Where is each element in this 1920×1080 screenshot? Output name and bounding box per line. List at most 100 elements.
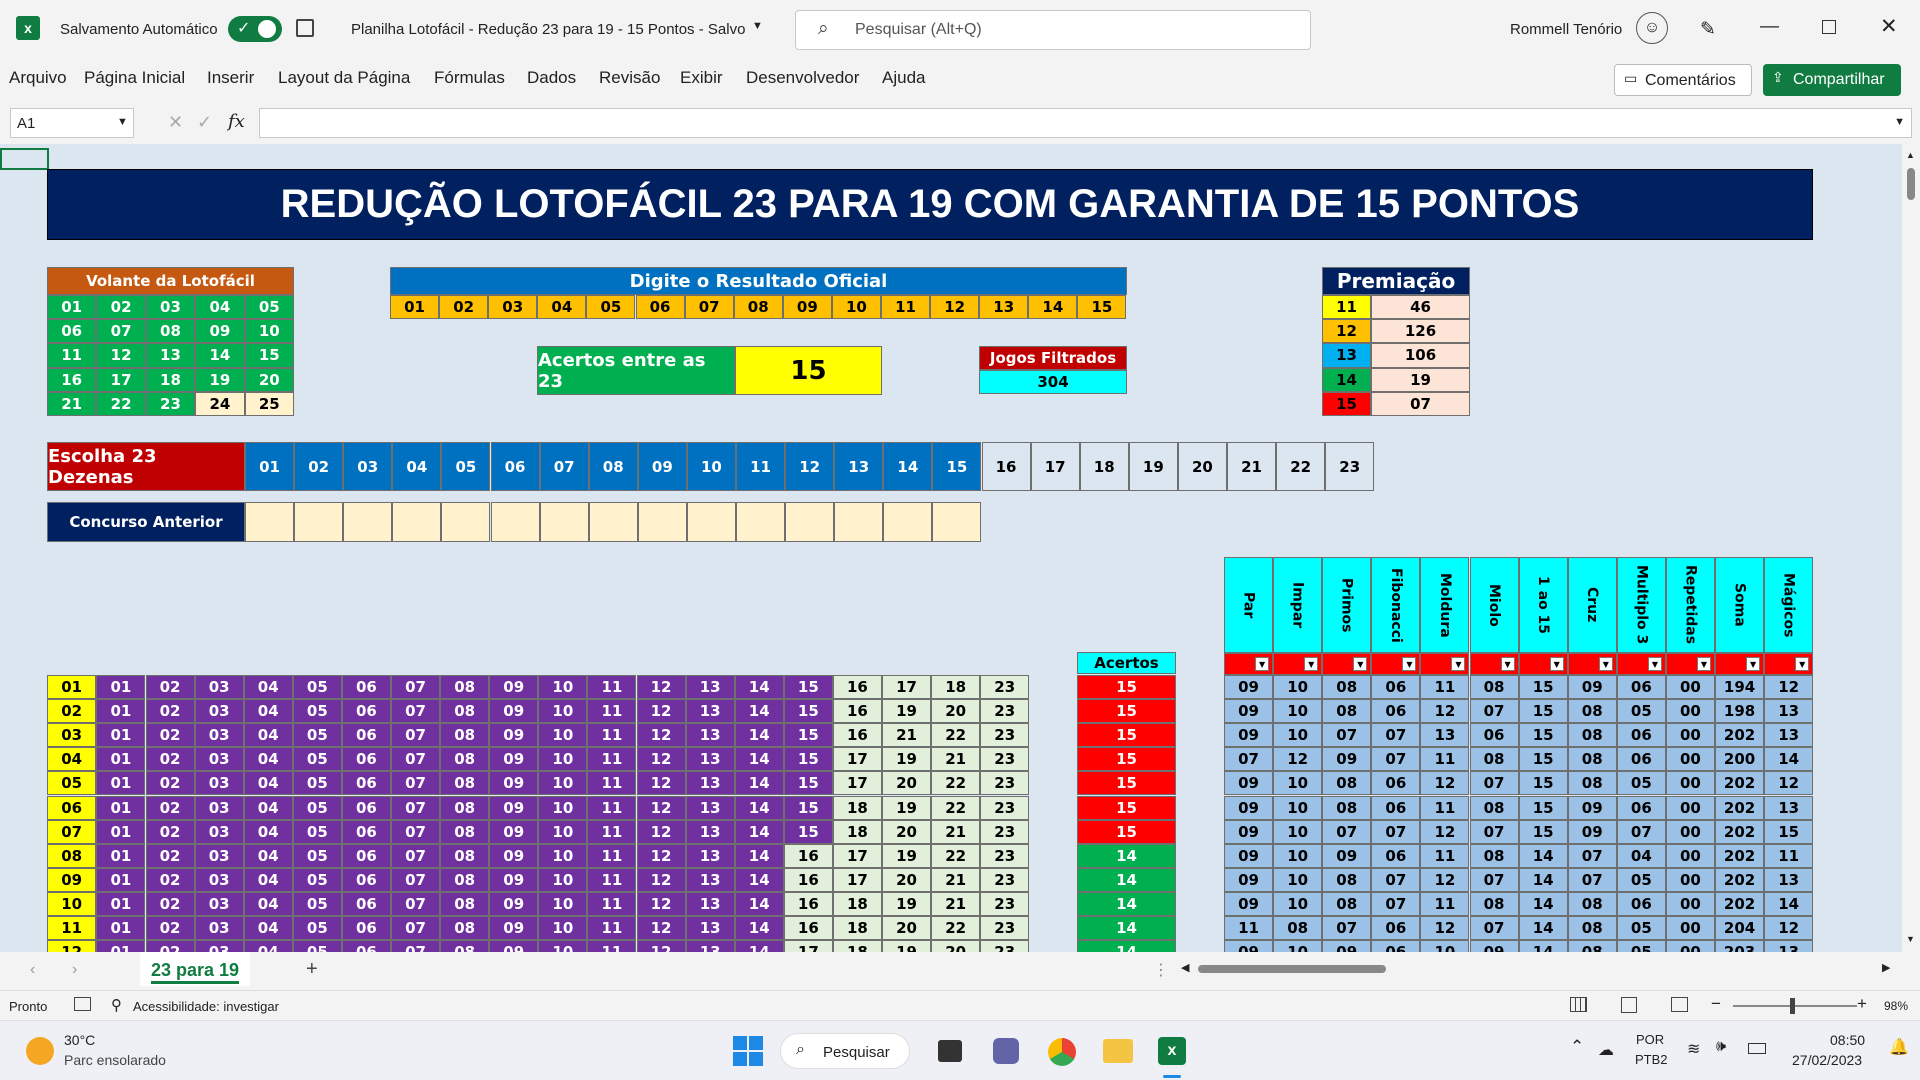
- tab-revisao[interactable]: Revisão: [599, 68, 660, 88]
- selected-cell-a1[interactable]: [0, 148, 49, 170]
- weather-desc[interactable]: Parc ensolarado: [64, 1052, 166, 1068]
- page-layout-icon[interactable]: [1621, 997, 1637, 1013]
- battery-icon[interactable]: [1748, 1043, 1766, 1054]
- share-button[interactable]: ⇪ Compartilhar: [1763, 64, 1901, 96]
- tab-dados[interactable]: Dados: [527, 68, 576, 88]
- normal-view-icon[interactable]: [1570, 997, 1587, 1012]
- h-scroll-thumb[interactable]: [1198, 965, 1386, 973]
- clock-date[interactable]: 27/02/2023: [1792, 1052, 1862, 1068]
- escolha-number[interactable]: 16: [981, 442, 1031, 491]
- resultado-number[interactable]: 06: [635, 295, 685, 319]
- scroll-down-icon[interactable]: ▼: [1906, 934, 1915, 944]
- status-accessibility[interactable]: Acessibilidade: investigar: [133, 999, 279, 1014]
- filter-button[interactable]: ▼: [1273, 653, 1323, 675]
- zoom-out-icon[interactable]: −: [1711, 994, 1721, 1014]
- task-view-icon[interactable]: [938, 1040, 962, 1062]
- vertical-scrollbar[interactable]: ▲ ▼: [1902, 144, 1920, 952]
- wifi-icon[interactable]: ≋: [1687, 1039, 1700, 1059]
- close-icon[interactable]: ✕: [1880, 14, 1898, 39]
- enter-icon[interactable]: ✓: [197, 112, 212, 133]
- resultado-number[interactable]: 07: [684, 295, 734, 319]
- filter-button[interactable]: ▼: [1567, 653, 1617, 675]
- concurso-anterior-cell[interactable]: [539, 502, 589, 542]
- escolha-number[interactable]: 19: [1128, 442, 1178, 491]
- concurso-anterior-cell[interactable]: [490, 502, 540, 542]
- resultado-number[interactable]: 09: [782, 295, 832, 319]
- tab-exibir[interactable]: Exibir: [680, 68, 723, 88]
- tab-layout[interactable]: Layout da Página: [278, 68, 410, 88]
- concurso-anterior-cell[interactable]: [785, 502, 835, 542]
- filter-button[interactable]: ▼: [1322, 653, 1372, 675]
- minimize-icon[interactable]: —: [1760, 16, 1779, 38]
- document-title[interactable]: Planilha Lotofácil - Redução 23 para 19 …: [351, 21, 745, 38]
- worksheet[interactable]: REDUÇÃO LOTOFÁCIL 23 PARA 19 COM GARANTI…: [0, 144, 1902, 952]
- filter-button[interactable]: ▼: [1616, 653, 1666, 675]
- comments-button[interactable]: ▭ Comentários: [1614, 64, 1752, 96]
- filter-button[interactable]: ▼: [1371, 653, 1421, 675]
- tab-formulas[interactable]: Fórmulas: [434, 68, 505, 88]
- filter-button[interactable]: ▼: [1665, 653, 1715, 675]
- autosave-toggle[interactable]: ✓: [228, 16, 282, 42]
- zoom-in-icon[interactable]: +: [1857, 994, 1867, 1014]
- resultado-number[interactable]: 11: [881, 295, 931, 319]
- filter-button[interactable]: ▼: [1764, 653, 1814, 675]
- filter-dropdown-icon[interactable]: ▼: [1549, 657, 1564, 671]
- fx-icon[interactable]: fx: [228, 111, 245, 132]
- filter-dropdown-icon[interactable]: ▼: [1746, 657, 1761, 671]
- resultado-number[interactable]: 12: [930, 295, 980, 319]
- formula-input[interactable]: ▼: [259, 108, 1912, 138]
- escolha-number[interactable]: 09: [637, 442, 687, 491]
- chevron-up-icon[interactable]: ⌃: [1570, 1037, 1584, 1057]
- scroll-right-icon[interactable]: ▶: [1882, 961, 1890, 974]
- filter-dropdown-icon[interactable]: ▼: [1255, 657, 1270, 671]
- save-icon[interactable]: [296, 19, 314, 37]
- resultado-number[interactable]: 03: [488, 295, 538, 319]
- filter-dropdown-icon[interactable]: ▼: [1598, 657, 1613, 671]
- chrome-icon[interactable]: [1048, 1038, 1076, 1066]
- concurso-anterior-cell[interactable]: [637, 502, 687, 542]
- concurso-anterior-cell[interactable]: [932, 502, 982, 542]
- escolha-number[interactable]: 06: [490, 442, 540, 491]
- prev-sheet-icon[interactable]: ‹: [30, 961, 35, 979]
- resultado-number[interactable]: 14: [1028, 295, 1078, 319]
- filter-dropdown-icon[interactable]: ▼: [1402, 657, 1417, 671]
- filter-dropdown-icon[interactable]: ▼: [1795, 657, 1810, 671]
- resultado-number[interactable]: 04: [537, 295, 587, 319]
- resultado-number[interactable]: 15: [1077, 295, 1127, 319]
- restore-icon[interactable]: [1822, 20, 1836, 34]
- escolha-number[interactable]: 02: [294, 442, 344, 491]
- tab-desenvolvedor[interactable]: Desenvolvedor: [746, 68, 859, 88]
- filter-button[interactable]: ▼: [1420, 653, 1470, 675]
- windows-start-icon[interactable]: [733, 1036, 763, 1066]
- zoom-thumb[interactable]: [1790, 998, 1795, 1014]
- tab-inserir[interactable]: Inserir: [207, 68, 254, 88]
- filter-dropdown-icon[interactable]: ▼: [1451, 657, 1466, 671]
- layout-label[interactable]: PTB2: [1635, 1052, 1668, 1067]
- taskbar-search[interactable]: ⌕ Pesquisar: [780, 1033, 910, 1069]
- escolha-number[interactable]: 08: [588, 442, 638, 491]
- search-box[interactable]: ⌕ Pesquisar (Alt+Q): [795, 10, 1311, 50]
- filter-dropdown-icon[interactable]: ▼: [1647, 657, 1662, 671]
- escolha-number[interactable]: 05: [441, 442, 491, 491]
- filter-button[interactable]: ▼: [1518, 653, 1568, 675]
- weather-temp[interactable]: 30°C: [64, 1032, 95, 1048]
- resultado-number[interactable]: 10: [831, 295, 881, 319]
- next-sheet-icon[interactable]: ›: [72, 961, 77, 979]
- scroll-left-icon[interactable]: ◀: [1181, 961, 1189, 974]
- escolha-number[interactable]: 07: [539, 442, 589, 491]
- chevron-down-icon[interactable]: ▼: [752, 20, 763, 32]
- user-name[interactable]: Rommell Tenório: [1510, 21, 1622, 38]
- escolha-number[interactable]: 22: [1276, 442, 1326, 491]
- filter-button[interactable]: ▼: [1224, 653, 1274, 675]
- tab-ajuda[interactable]: Ajuda: [882, 68, 925, 88]
- escolha-number[interactable]: 17: [1030, 442, 1080, 491]
- concurso-anterior-cell[interactable]: [588, 502, 638, 542]
- escolha-number[interactable]: 14: [883, 442, 933, 491]
- concurso-anterior-cell[interactable]: [392, 502, 442, 542]
- page-break-icon[interactable]: [1671, 997, 1688, 1012]
- network-icon[interactable]: ☁: [1598, 1040, 1614, 1060]
- filter-dropdown-icon[interactable]: ▼: [1500, 657, 1515, 671]
- escolha-number[interactable]: 04: [392, 442, 442, 491]
- add-sheet-button[interactable]: +: [306, 958, 318, 981]
- concurso-anterior-cell[interactable]: [686, 502, 736, 542]
